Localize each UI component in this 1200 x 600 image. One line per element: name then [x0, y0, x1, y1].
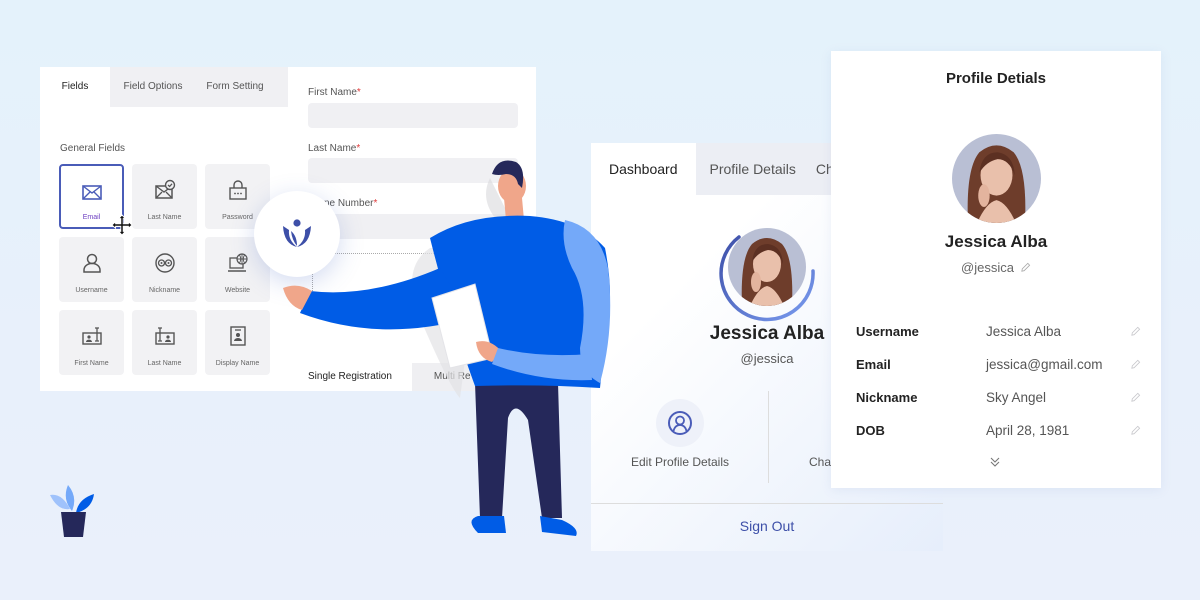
first-name-label-text: First Name	[308, 87, 357, 98]
chevron-double-down-icon[interactable]	[988, 455, 1002, 469]
field-card-label: Display Name	[215, 360, 260, 367]
id-card-text-icon	[81, 327, 102, 345]
avatar-photo	[728, 228, 806, 306]
field-card-label: Nickname	[148, 287, 181, 294]
handle-row: @jessica	[831, 260, 1161, 275]
tab-fields[interactable]: Fields	[40, 67, 110, 107]
globe-laptop-icon	[227, 253, 248, 272]
leaf	[76, 494, 94, 513]
lock-icon	[228, 180, 247, 200]
shoe	[540, 516, 577, 536]
field-grid: Email Last Name Password Username Nickna…	[59, 164, 270, 375]
field-card-label: Last Name	[147, 214, 182, 221]
sign-out-button[interactable]: Sign Out	[591, 518, 943, 534]
field-card-last-name[interactable]: Last Name	[132, 164, 197, 229]
field-card-first-name[interactable]: First Name	[59, 310, 124, 375]
detail-key: Email	[856, 357, 891, 372]
detail-row-username: Username Jessica Alba	[856, 315, 1141, 348]
fields-sidebar: Fields Field Options Form Setting Genera…	[40, 67, 288, 391]
tab-profile-details[interactable]: Profile Details	[696, 143, 810, 195]
field-card-nickname[interactable]: Nickname	[132, 237, 197, 302]
field-card-label: Username	[75, 287, 108, 294]
shoe	[471, 516, 506, 533]
avatar[interactable]	[952, 134, 1041, 223]
pencil-icon[interactable]	[1130, 359, 1141, 370]
field-card-display-name[interactable]: Display Name	[205, 310, 270, 375]
last-name-label-text: Last Name	[308, 143, 357, 154]
user-name: Jessica Alba	[944, 232, 1048, 251]
last-name-label: Last Name*	[308, 143, 360, 154]
detail-row-email: Email jessica@gmail.com	[856, 348, 1141, 381]
required-mark: *	[356, 87, 361, 98]
detail-value: jessica@gmail.com	[986, 357, 1103, 372]
detail-row-nickname: Nickname Sky Angel	[856, 381, 1141, 414]
id-card-text-icon	[154, 327, 175, 345]
detail-key: Username	[856, 324, 919, 339]
field-card-label: Website	[224, 287, 251, 294]
pencil-icon[interactable]	[1130, 392, 1141, 403]
legs	[475, 383, 562, 518]
first-name-label: First Name*	[308, 87, 361, 98]
general-fields-heading: General Fields	[60, 143, 126, 154]
profile-detail-rows: Username Jessica Alba Email jessica@gmai…	[856, 315, 1141, 447]
user-handle: @jessica	[961, 260, 1014, 275]
field-card-label: Last Name	[147, 360, 182, 367]
envelope-check-icon	[154, 179, 175, 199]
pot	[61, 512, 86, 537]
first-name-input[interactable]	[308, 103, 518, 128]
pencil-icon[interactable]	[1020, 262, 1031, 273]
divider	[768, 391, 769, 483]
edit-profile-button[interactable]	[656, 399, 704, 447]
user-icon	[82, 253, 101, 273]
tab-field-options[interactable]: Field Options	[110, 67, 196, 107]
avatar[interactable]	[728, 228, 806, 306]
detail-value: Sky Angel	[986, 390, 1047, 405]
detail-key: DOB	[856, 423, 885, 438]
field-card-label: First Name	[74, 360, 109, 367]
detail-row-dob: DOB April 28, 1981	[856, 414, 1141, 447]
eyes-icon	[154, 253, 175, 273]
pencil-icon[interactable]	[1130, 326, 1141, 337]
detail-key: Nickname	[856, 390, 918, 405]
tab-form-setting[interactable]: Form Setting	[196, 67, 274, 107]
field-card-last-name-2[interactable]: Last Name	[132, 310, 197, 375]
id-badge-icon	[229, 326, 246, 346]
person-illustration	[283, 160, 611, 536]
avatar-photo	[952, 134, 1041, 223]
plant-decoration-icon	[50, 485, 94, 537]
profile-details-card: Profile Detials Jessica Alba @jessica Us…	[831, 51, 1161, 488]
change-action-label[interactable]: Cha	[809, 455, 831, 469]
envelope-icon	[81, 185, 102, 200]
detail-value: Jessica Alba	[986, 324, 1062, 339]
detail-value: April 28, 1981	[986, 423, 1070, 438]
divider	[591, 503, 943, 504]
builder-tabs: Fields Field Options Form Setting	[40, 67, 288, 107]
field-card-username[interactable]: Username	[59, 237, 124, 302]
profile-details-title: Profile Detials	[945, 70, 1047, 87]
move-cursor-icon	[111, 214, 133, 236]
required-mark: *	[356, 143, 361, 154]
user-circle-icon	[668, 411, 692, 435]
pencil-icon[interactable]	[1130, 425, 1141, 436]
